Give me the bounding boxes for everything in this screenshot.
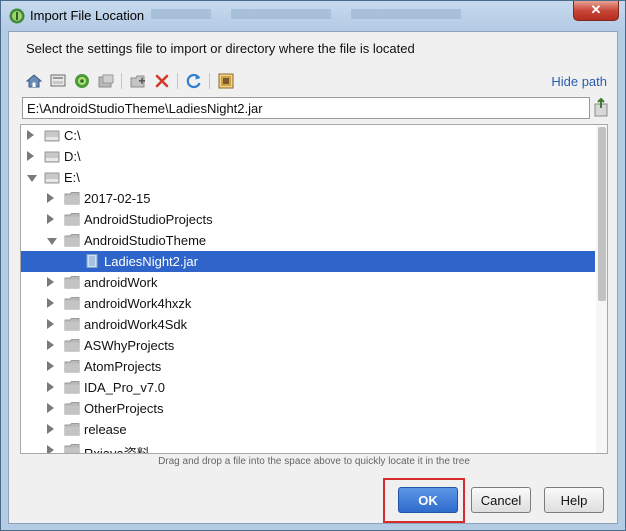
collapse-arrow-icon[interactable]	[47, 277, 54, 287]
android-project-icon[interactable]	[73, 72, 91, 90]
help-button[interactable]: Help	[544, 487, 604, 513]
tree-row-label: AndroidStudioTheme	[84, 233, 207, 248]
tree-row[interactable]: androidWork	[21, 272, 595, 293]
drive-icon	[44, 172, 60, 184]
ok-button[interactable]: OK	[398, 487, 458, 513]
tree-row-label: LadiesNight2.jar	[104, 254, 198, 269]
folder-icon	[64, 192, 80, 205]
drag-drop-hint: Drag and drop a file into the space abov…	[158, 456, 470, 467]
scrollbar-thumb[interactable]	[598, 127, 606, 301]
tree-row-label: C:\	[64, 128, 81, 143]
collapse-arrow-icon[interactable]	[47, 361, 54, 371]
tree-row[interactable]: ASWhyProjects	[21, 335, 595, 356]
tree-row-label: 2017-02-15	[84, 191, 151, 206]
tree-row-label: release	[84, 422, 127, 437]
import-file-location-dialog: Import File Location ✕ Select the settin…	[0, 0, 626, 531]
tree-row-label: AtomProjects	[84, 359, 162, 374]
tree-row[interactable]: Rxjava资料	[21, 440, 595, 454]
folder-icon	[64, 276, 80, 289]
tree-row[interactable]: C:\	[21, 125, 595, 146]
toolbar-separator	[209, 73, 210, 89]
tree-row-label: D:\	[64, 149, 81, 164]
tree-row-label: Rxjava资料	[84, 446, 150, 454]
window-title: Import File Location	[30, 8, 145, 23]
toolbar-separator	[177, 73, 178, 89]
collapse-arrow-icon[interactable]	[47, 193, 54, 203]
vertical-scrollbar[interactable]	[596, 125, 607, 453]
collapse-arrow-icon[interactable]	[27, 151, 34, 161]
dialog-prompt: Select the settings file to import or di…	[26, 41, 415, 56]
collapse-arrow-icon[interactable]	[47, 340, 54, 350]
dialog-body: Select the settings file to import or di…	[8, 31, 618, 524]
tree-row[interactable]: androidWork4Sdk	[21, 314, 595, 335]
folder-icon	[64, 339, 80, 352]
tree-row-label: androidWork4Sdk	[84, 317, 188, 332]
path-history-icon[interactable]	[593, 98, 609, 118]
folder-icon	[64, 402, 80, 415]
folder-icon	[64, 213, 80, 226]
close-button[interactable]: ✕	[573, 1, 619, 21]
toolbar-separator	[121, 73, 122, 89]
desktop-icon[interactable]	[49, 72, 67, 90]
tree-row[interactable]: AndroidStudioProjects	[21, 209, 595, 230]
tree-row[interactable]: AndroidStudioTheme	[21, 230, 595, 251]
tree-row-label: OtherProjects	[84, 401, 164, 416]
module-icon[interactable]	[97, 72, 115, 90]
folder-icon	[64, 423, 80, 436]
tree-row-label: AndroidStudioProjects	[84, 212, 213, 227]
android-studio-icon	[9, 8, 25, 24]
tree-row[interactable]: LadiesNight2.jar	[21, 251, 595, 272]
collapse-arrow-icon[interactable]	[47, 403, 54, 413]
drive-icon	[44, 130, 60, 142]
tree-row[interactable]: release	[21, 419, 595, 440]
folder-icon	[64, 360, 80, 373]
folder-icon	[64, 234, 80, 247]
tree-row[interactable]: E:\	[21, 167, 595, 188]
cancel-button[interactable]: Cancel	[471, 487, 531, 513]
folder-icon	[64, 297, 80, 310]
collapse-arrow-icon[interactable]	[27, 130, 34, 140]
collapse-arrow-icon[interactable]	[47, 445, 54, 453]
tree-row-label: E:\	[64, 170, 80, 185]
close-icon: ✕	[590, 2, 602, 17]
jar-file-icon	[86, 254, 98, 268]
title-bar[interactable]: Import File Location ✕	[1, 1, 625, 31]
collapse-arrow-icon[interactable]	[47, 298, 54, 308]
collapse-arrow-icon[interactable]	[47, 319, 54, 329]
tree-row[interactable]: OtherProjects	[21, 398, 595, 419]
tree-row-label: ASWhyProjects	[84, 338, 175, 353]
tree-row[interactable]: androidWork4hxzk	[21, 293, 595, 314]
new-folder-icon[interactable]	[129, 72, 147, 90]
tree-row[interactable]: AtomProjects	[21, 356, 595, 377]
background-window-blur	[151, 9, 461, 19]
file-chooser-toolbar	[25, 70, 325, 92]
refresh-icon[interactable]	[185, 72, 203, 90]
tree-row[interactable]: 2017-02-15	[21, 188, 595, 209]
tree-row-label: androidWork	[84, 275, 158, 290]
collapse-arrow-icon[interactable]	[47, 214, 54, 224]
tree-row-label: IDA_Pro_v7.0	[84, 380, 165, 395]
tree-row[interactable]: IDA_Pro_v7.0	[21, 377, 595, 398]
collapse-arrow-icon[interactable]	[47, 382, 54, 392]
tree-row-label: androidWork4hxzk	[84, 296, 192, 311]
expand-arrow-icon[interactable]	[47, 238, 57, 245]
path-field[interactable]	[22, 97, 590, 119]
folder-icon	[64, 318, 80, 331]
collapse-arrow-icon[interactable]	[47, 424, 54, 434]
show-hidden-icon[interactable]	[217, 72, 235, 90]
drive-icon	[44, 151, 60, 163]
expand-arrow-icon[interactable]	[27, 175, 37, 182]
home-icon[interactable]	[25, 72, 43, 90]
hide-path-link[interactable]: Hide path	[551, 74, 607, 89]
folder-icon	[64, 381, 80, 394]
tree-row[interactable]: D:\	[21, 146, 595, 167]
folder-icon	[64, 444, 80, 453]
delete-icon[interactable]	[153, 72, 171, 90]
file-tree[interactable]: Rxjava资料 release OtherProjects IDA_Pro_v7.0…	[20, 124, 608, 454]
